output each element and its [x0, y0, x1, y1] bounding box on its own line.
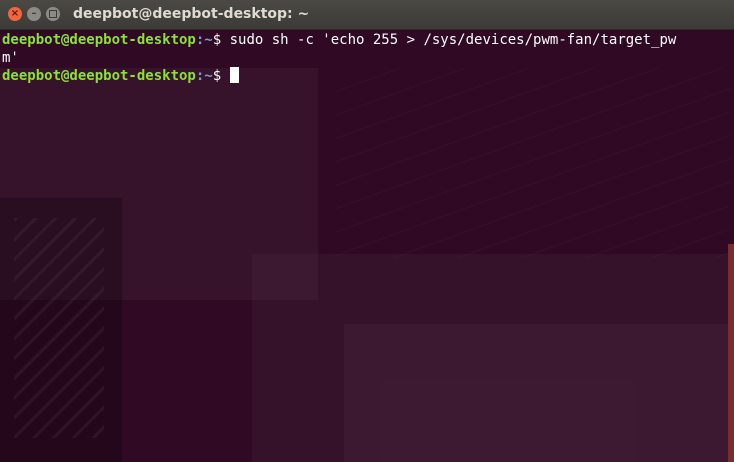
command-continuation: m' — [2, 50, 19, 66]
text-cursor — [229, 67, 239, 83]
prompt-path: :~ — [195, 32, 213, 48]
maximize-button[interactable] — [46, 7, 60, 21]
minimize-button[interactable]: – — [27, 7, 41, 21]
prompt-user-host: deepbot@deepbot-desktop — [2, 68, 196, 84]
background-accent-strip — [728, 244, 734, 462]
window-title: deepbot@deepbot-desktop: ~ — [73, 6, 310, 22]
window-titlebar[interactable]: × – deepbot@deepbot-desktop: ~ — [0, 0, 734, 30]
prompt-symbol: $ — [212, 32, 230, 48]
background-texture — [335, 68, 730, 258]
terminal-line: deepbot@deepbot-desktop:~$ sudo sh -c 'e… — [2, 31, 676, 49]
prompt-path: :~ — [195, 68, 213, 84]
command-text: sudo sh -c 'echo 255 > /sys/devices/pwm-… — [229, 32, 677, 48]
background-filelist-ghost — [344, 324, 734, 462]
prompt-symbol: $ — [212, 68, 230, 84]
terminal-area[interactable]: deepbot@deepbot-desktop:~$ sudo sh -c 'e… — [0, 30, 734, 462]
terminal-line[interactable]: deepbot@deepbot-desktop:~$ — [2, 67, 239, 85]
close-button[interactable]: × — [8, 7, 22, 21]
terminal-line: m' — [2, 49, 19, 67]
prompt-user-host: deepbot@deepbot-desktop — [2, 32, 196, 48]
maximize-icon — [49, 10, 57, 18]
background-image-ghost — [0, 198, 122, 462]
